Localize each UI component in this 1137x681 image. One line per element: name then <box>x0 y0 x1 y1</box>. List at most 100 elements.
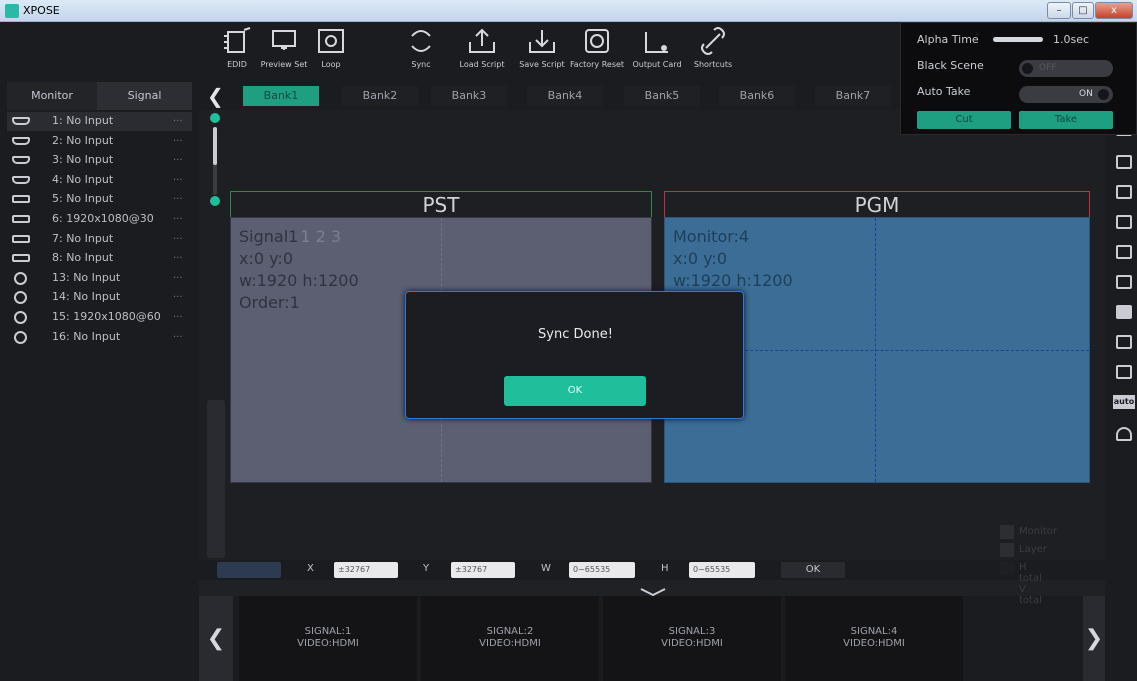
x-input[interactable]: ±32767 <box>334 562 398 578</box>
pst-order: Order:1 <box>239 293 300 312</box>
bank-4[interactable]: Bank4 <box>527 86 603 106</box>
signal-label: 13: No Input <box>52 270 121 284</box>
window-icon[interactable] <box>1116 155 1132 169</box>
signal-list-item[interactable]: 6: 1920x1080@30... <box>7 210 192 229</box>
image-plus-icon[interactable] <box>1116 275 1132 289</box>
hdmi-port-icon <box>12 136 30 145</box>
maximize-button[interactable]: □ <box>1072 2 1094 19</box>
signal-list-item[interactable]: 5: No Input... <box>7 190 192 209</box>
bank-1[interactable]: Bank1 <box>243 86 319 106</box>
signal-more-icon[interactable]: ... <box>173 191 183 202</box>
tab-monitor[interactable]: Monitor <box>7 82 97 110</box>
source-thumb-3[interactable]: SIGNAL:3 VIDEO:HDMI <box>603 596 781 681</box>
auto-take-label: Auto Take <box>917 85 971 98</box>
bank-7[interactable]: Bank7 <box>815 86 891 106</box>
take-button[interactable]: Take <box>1019 111 1113 129</box>
signal-label: 15: 1920x1080@60 <box>52 310 161 323</box>
on-icon[interactable] <box>1116 427 1132 441</box>
signal-label: 7: No Input <box>52 231 114 245</box>
zoom-in-icon[interactable] <box>210 113 220 123</box>
bank-prev-button[interactable]: ❮ <box>207 84 224 108</box>
bank-3[interactable]: Bank3 <box>431 86 507 106</box>
minimize-button[interactable]: – <box>1047 2 1071 19</box>
y-input[interactable]: ±32767 <box>451 562 515 578</box>
close-window-button[interactable]: x <box>1095 2 1133 19</box>
legend-label: Layer <box>1019 544 1047 555</box>
bank-6[interactable]: Bank6 <box>719 86 795 106</box>
signal-label: 4: No Input <box>52 172 114 186</box>
pgm-title: PGM <box>664 191 1090 217</box>
zoom-out-icon[interactable] <box>210 196 220 206</box>
auto-take-toggle[interactable]: ON <box>1019 86 1113 103</box>
pst-signal-text: Signal1 <box>239 227 299 246</box>
source-thumb-4[interactable]: SIGNAL:4 VIDEO:HDMI <box>785 596 963 681</box>
signal-list-item[interactable]: 7: No Input... <box>7 230 192 249</box>
signal-label: 2: No Input <box>52 133 114 147</box>
source-thumb-1[interactable]: SIGNAL:1 VIDEO:HDMI <box>239 596 417 681</box>
factory-reset-button[interactable]: Factory Reset <box>565 26 629 78</box>
signal-more-icon[interactable]: ... <box>173 133 183 144</box>
signal-list-item[interactable]: 4: No Input... <box>7 171 192 190</box>
signal-more-icon[interactable]: ... <box>173 211 183 222</box>
signal-more-icon[interactable]: ... <box>173 270 183 281</box>
signal-more-icon[interactable]: ... <box>173 289 183 300</box>
bank-2[interactable]: Bank2 <box>342 86 418 106</box>
hdmi-port-icon <box>12 175 30 184</box>
signal-list-item[interactable]: 8: No Input... <box>7 249 192 268</box>
alpha-time-slider[interactable] <box>993 37 1043 42</box>
output-card-button[interactable]: Output Card <box>625 26 689 78</box>
close-box-icon[interactable] <box>1116 305 1132 319</box>
copy-icon[interactable] <box>1116 335 1132 349</box>
signal-more-icon[interactable]: ... <box>173 309 183 320</box>
window-icon[interactable] <box>1116 215 1132 229</box>
edid-icon <box>224 27 251 53</box>
sync-button[interactable]: Sync <box>389 26 453 78</box>
signal-list-item[interactable]: 15: 1920x1080@60... <box>7 308 192 327</box>
sync-done-dialog: Sync Done! OK <box>405 291 744 419</box>
dialog-ok-button[interactable]: OK <box>504 376 646 406</box>
sdi-port-icon <box>14 311 27 324</box>
signal-list-item[interactable]: 16: No Input... <box>7 328 192 347</box>
layer-name-field[interactable] <box>217 562 281 578</box>
signal-label: 16: No Input <box>52 329 121 343</box>
signal-more-icon[interactable]: ... <box>173 172 183 183</box>
source-video: VIDEO:HDMI <box>479 638 541 649</box>
signal-more-icon[interactable]: ... <box>173 250 183 261</box>
signal-list-item[interactable]: 1: No Input... <box>7 112 192 131</box>
signal-more-icon[interactable]: ... <box>173 152 183 163</box>
black-scene-toggle[interactable]: OFF <box>1019 60 1113 77</box>
image-icon[interactable] <box>1116 245 1132 259</box>
page-icon[interactable] <box>1116 365 1132 379</box>
legend-checkbox <box>1000 525 1014 539</box>
coord-ok-button[interactable]: OK <box>781 562 845 578</box>
source-thumb-2[interactable]: SIGNAL:2 VIDEO:HDMI <box>421 596 599 681</box>
auto-icon[interactable]: auto <box>1113 395 1135 409</box>
toggle-knob <box>1022 63 1033 74</box>
expand-chevron-icon[interactable] <box>639 582 667 597</box>
signal-more-icon[interactable]: ... <box>173 113 183 124</box>
signal-more-icon[interactable]: ... <box>173 329 183 340</box>
vertical-scrollbar[interactable] <box>207 400 225 558</box>
shortcuts-label: Shortcuts <box>693 60 733 69</box>
signal-list-item[interactable]: 2: No Input... <box>7 132 192 151</box>
signal-more-icon[interactable]: ... <box>173 231 183 242</box>
source-prev-button[interactable]: ❮ <box>199 596 233 681</box>
h-input[interactable]: 0~65535 <box>689 562 755 578</box>
bank-5[interactable]: Bank5 <box>624 86 700 106</box>
signal-list-item[interactable]: 3: No Input... <box>7 151 192 170</box>
w-input[interactable]: 0~65535 <box>569 562 635 578</box>
load-script-button[interactable]: Load Script <box>450 26 514 78</box>
shortcuts-button[interactable]: Shortcuts <box>681 26 745 78</box>
source-signal: SIGNAL:1 <box>304 626 352 637</box>
sync-icon <box>411 30 431 52</box>
tab-signal[interactable]: Signal <box>97 82 192 110</box>
zoom-slider[interactable] <box>213 127 217 195</box>
pgm-size: w:1920 h:1200 <box>673 271 793 290</box>
signal-list-item[interactable]: 13: No Input... <box>7 269 192 288</box>
source-next-button[interactable]: ❯ <box>1083 596 1105 681</box>
loop-button[interactable]: Loop <box>299 26 363 78</box>
sdi-port-icon <box>14 330 27 344</box>
window-icon[interactable] <box>1116 185 1132 199</box>
cut-button[interactable]: Cut <box>917 111 1011 129</box>
signal-list-item[interactable]: 14: No Input... <box>7 288 192 307</box>
